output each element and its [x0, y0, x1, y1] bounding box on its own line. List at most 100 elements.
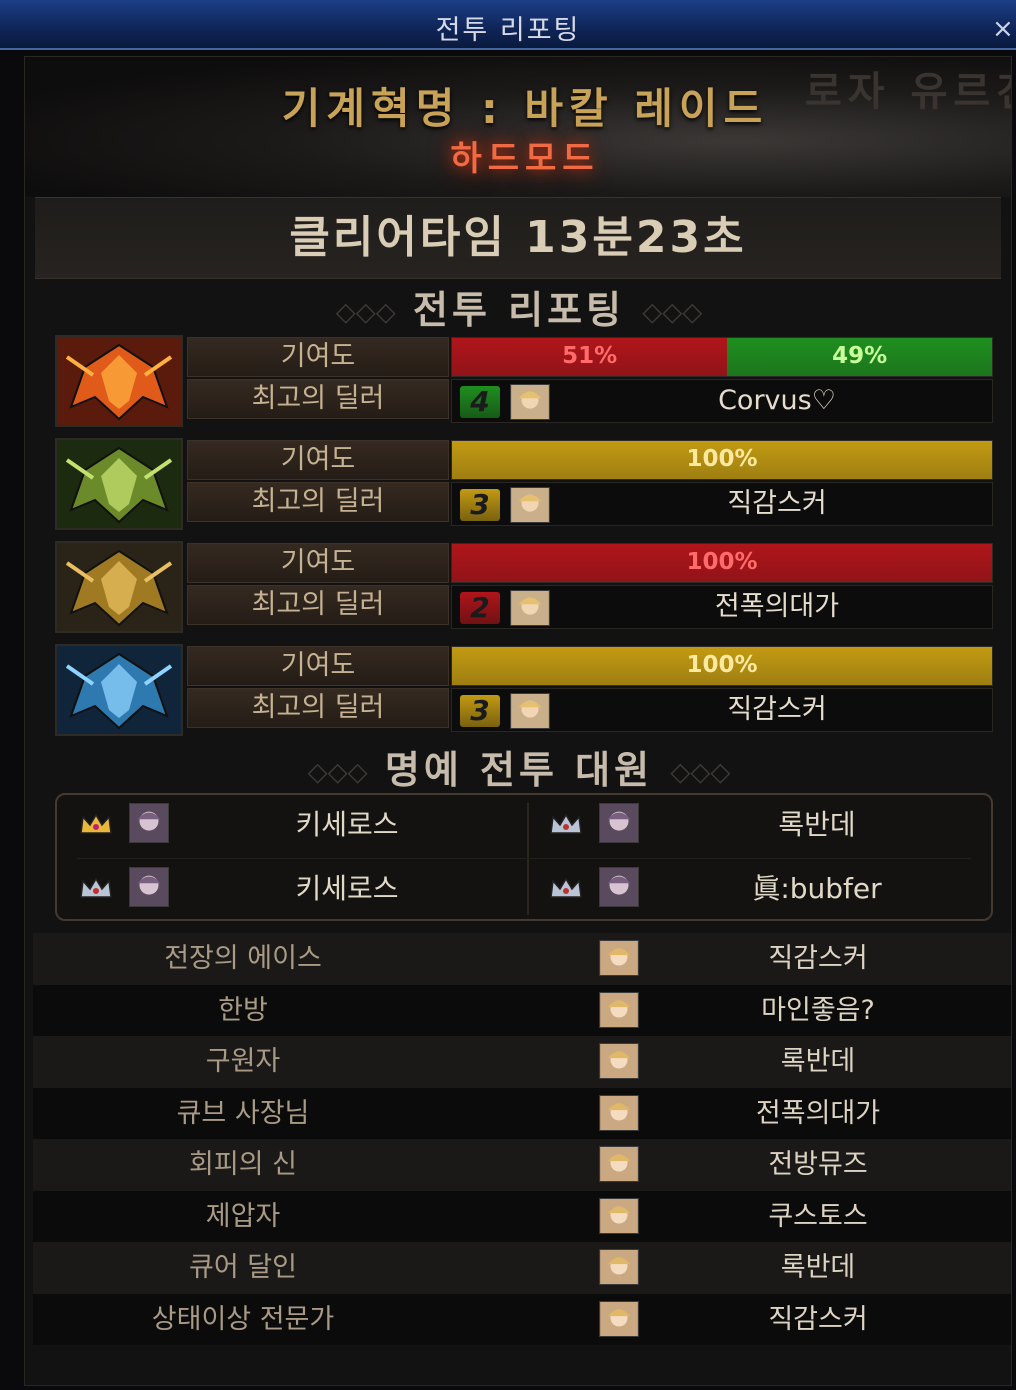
- contribution-segment: 51%: [452, 338, 728, 376]
- battle-report-panel: 로자 유르겐 기계혁명 : 바칼 레이드 하드모드 클리어타임 13분23초 ◇…: [24, 56, 1012, 1386]
- ornament-right: ◇◇◇: [642, 297, 703, 328]
- contribution-label: 기여도: [187, 646, 449, 686]
- contribution-segment: 100%: [452, 441, 992, 479]
- close-icon[interactable]: ×: [992, 14, 1012, 44]
- award-title: 한방: [218, 994, 268, 1026]
- ice-dragon-icon: [55, 644, 183, 736]
- honor-member[interactable]: 키세로스: [57, 795, 517, 855]
- award-title: 상태이상 전문가: [151, 1303, 335, 1335]
- award-row[interactable]: 한방 마인좋음?: [33, 984, 1011, 1036]
- contribution-bar: 100%: [451, 646, 993, 686]
- character-portrait: [599, 940, 639, 976]
- award-row[interactable]: 제압자 쿠스토스: [33, 1190, 1011, 1242]
- clear-time: 클리어타임 13분23초: [35, 197, 1001, 279]
- award-row[interactable]: 큐어 달인 록반데: [33, 1242, 1011, 1294]
- honor-member[interactable]: 키세로스: [57, 859, 517, 919]
- character-portrait: [129, 803, 169, 843]
- member-name: 키세로스: [295, 872, 399, 905]
- gold-dragon-icon: [55, 541, 183, 633]
- character-portrait: [599, 1146, 639, 1182]
- contribution-bar: 100%: [451, 440, 993, 480]
- report-heading: ◇◇◇ 전투 리포팅 ◇◇◇: [25, 279, 1013, 334]
- party-number-badge: 3: [460, 489, 500, 521]
- award-winner-name: 직감스커: [768, 1303, 868, 1335]
- character-portrait: [599, 867, 639, 907]
- contribution-label: 기여도: [187, 337, 449, 377]
- member-name: 眞:bubfer: [752, 872, 882, 905]
- award-winner-name: 전방뮤즈: [768, 1149, 868, 1180]
- window-title: 전투 리포팅: [435, 15, 581, 46]
- top-dealer-row[interactable]: 3 직감스커: [451, 688, 993, 732]
- difficulty-mode: 하드모드: [450, 139, 600, 179]
- green-dragon-icon: [55, 438, 183, 530]
- top-dealer-row[interactable]: 4 Corvus♡: [451, 379, 993, 423]
- member-name: 키세로스: [295, 808, 399, 841]
- gold-crown-icon: [79, 813, 113, 835]
- boss-report-row: 기여도 최고의 딜러 100% 3 직감스커: [55, 644, 995, 736]
- dealer-name: 직감스커: [727, 694, 827, 725]
- dungeon-banner: 로자 유르겐 기계혁명 : 바칼 레이드 하드모드: [25, 57, 1011, 197]
- contribution-segment: 49%: [727, 338, 992, 376]
- dungeon-title: 기계혁명 : 바칼 레이드: [281, 84, 769, 133]
- character-portrait: [599, 1043, 639, 1079]
- award-title: 구원자: [205, 1046, 281, 1077]
- award-winner-name: 마인좋음?: [761, 994, 875, 1026]
- character-portrait: [599, 803, 639, 843]
- award-title: 회피의 신: [189, 1149, 297, 1180]
- boss-report-row: 기여도 최고의 딜러 51% 49% 4 Corvus♡: [55, 335, 995, 427]
- award-row[interactable]: 전장의 에이스 직감스커: [33, 933, 1011, 985]
- party-number-badge: 4: [460, 386, 500, 418]
- fire-dragon-icon: [55, 335, 183, 427]
- contribution-label: 기여도: [187, 543, 449, 583]
- top-dealer-label: 최고의 딜러: [187, 585, 449, 625]
- award-row[interactable]: 상태이상 전문가 직감스커: [33, 1293, 1011, 1345]
- top-dealer-row[interactable]: 3 직감스커: [451, 482, 993, 526]
- top-dealer-label: 최고의 딜러: [187, 379, 449, 419]
- character-portrait: [510, 590, 550, 626]
- contribution-label: 기여도: [187, 440, 449, 480]
- dealer-name: 전폭의대가: [714, 591, 840, 622]
- character-portrait: [599, 1197, 639, 1234]
- report-heading-text: 전투 리포팅: [412, 288, 626, 332]
- character-portrait: [599, 1249, 639, 1285]
- award-winner-name: 쿠스토스: [768, 1200, 868, 1232]
- character-portrait: [129, 867, 169, 907]
- window-titlebar: 전투 리포팅 ×: [0, 0, 1016, 50]
- contribution-segment: 100%: [452, 647, 992, 685]
- silver-crown-icon: [549, 877, 583, 899]
- honor-member[interactable]: 眞:bubfer: [527, 859, 987, 919]
- character-portrait: [599, 1094, 639, 1131]
- award-title: 큐어 달인: [189, 1252, 297, 1283]
- honor-team-box: 키세로스 록반데 키세로스 眞:bubfer: [55, 793, 993, 921]
- award-row[interactable]: 구원자 록반데: [33, 1036, 1011, 1088]
- ornament-left: ◇◇◇: [307, 757, 368, 788]
- silver-crown-icon: [79, 877, 113, 899]
- award-list: 전장의 에이스 직감스커 한방 마인좋음? 구원자 록반데 큐브 사장님 전폭의…: [33, 933, 1011, 1345]
- award-winner-name: 록반데: [780, 1252, 856, 1283]
- party-number-badge: 3: [460, 695, 500, 727]
- character-portrait: [510, 384, 550, 420]
- ornament-right: ◇◇◇: [670, 757, 731, 788]
- dealer-name: Corvus♡: [718, 385, 836, 416]
- silver-crown-icon: [549, 813, 583, 835]
- award-row[interactable]: 큐브 사장님 전폭의대가: [33, 1087, 1011, 1139]
- award-title: 제압자: [205, 1200, 281, 1232]
- team-heading: ◇◇◇ 명예 전투 대원 ◇◇◇: [25, 739, 1013, 794]
- boss-report-row: 기여도 최고의 딜러 100% 3 직감스커: [55, 438, 995, 530]
- character-portrait: [510, 693, 550, 729]
- top-dealer-row[interactable]: 2 전폭의대가: [451, 585, 993, 629]
- award-winner-name: 직감스커: [768, 943, 868, 974]
- award-row[interactable]: 회피의 신 전방뮤즈: [33, 1139, 1011, 1191]
- award-title: 큐브 사장님: [176, 1097, 310, 1129]
- award-winner-name: 록반데: [780, 1046, 856, 1077]
- character-portrait: [599, 991, 639, 1028]
- honor-member[interactable]: 록반데: [527, 795, 987, 855]
- character-portrait: [510, 487, 550, 523]
- member-name: 록반데: [778, 808, 856, 841]
- party-number-badge: 2: [460, 592, 500, 624]
- ornament-left: ◇◇◇: [335, 297, 396, 328]
- boss-report-row: 기여도 최고의 딜러 100% 2 전폭의대가: [55, 541, 995, 633]
- contribution-segment: 100%: [452, 544, 992, 582]
- award-winner-name: 전폭의대가: [755, 1097, 881, 1129]
- top-dealer-label: 최고의 딜러: [187, 482, 449, 522]
